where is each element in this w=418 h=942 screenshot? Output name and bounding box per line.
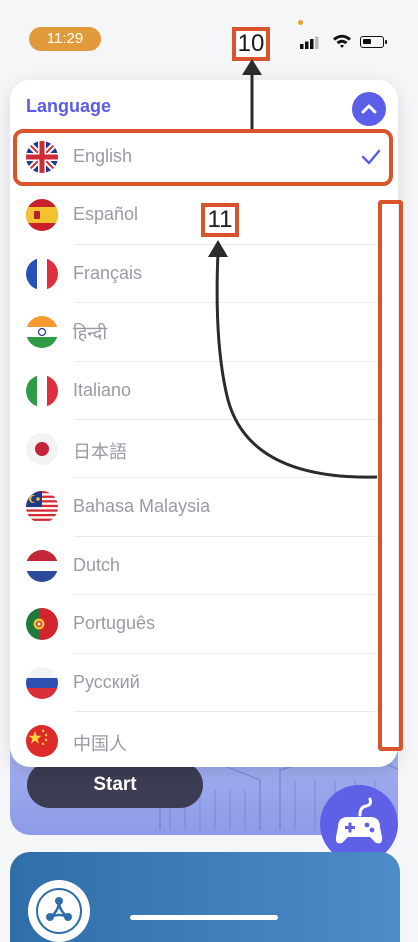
annotation-arrowhead-10 xyxy=(242,59,262,75)
annotation-arrow-11 xyxy=(215,251,378,479)
annotation-arrows xyxy=(208,59,378,479)
annotation-arrowhead-11 xyxy=(208,240,228,257)
